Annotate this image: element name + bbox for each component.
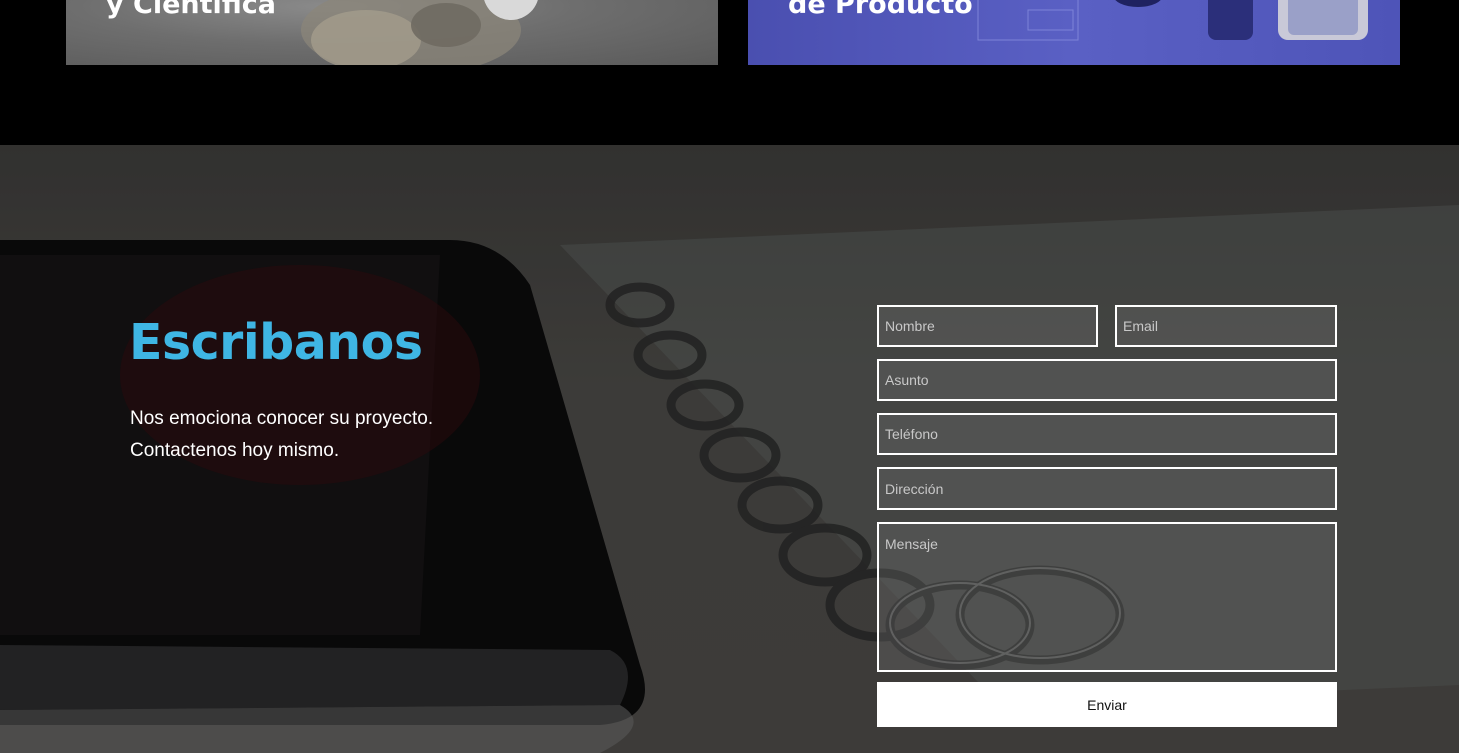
contact-heading: Escribanos [129, 314, 423, 371]
services-band: y Científica de Producto [0, 0, 1459, 145]
contact-lead: Nos emociona conocer su proyecto. Contac… [130, 403, 530, 467]
contact-lead-line1: Nos emociona conocer su proyecto. [130, 408, 434, 429]
service-card-scientific[interactable]: y Científica [66, 0, 718, 65]
email-field[interactable] [1115, 305, 1337, 347]
send-button[interactable]: Enviar [877, 682, 1337, 727]
service-card-title: de Producto [788, 0, 973, 20]
phone-field[interactable] [877, 413, 1337, 455]
address-field[interactable] [877, 467, 1337, 510]
service-card-product[interactable]: de Producto [748, 0, 1400, 65]
contact-lead-line2: Contactenos hoy mismo. [130, 440, 340, 461]
service-card-title: y Científica [106, 0, 277, 20]
name-field[interactable] [877, 305, 1098, 347]
subject-field[interactable] [877, 359, 1337, 401]
message-field[interactable] [877, 522, 1337, 672]
